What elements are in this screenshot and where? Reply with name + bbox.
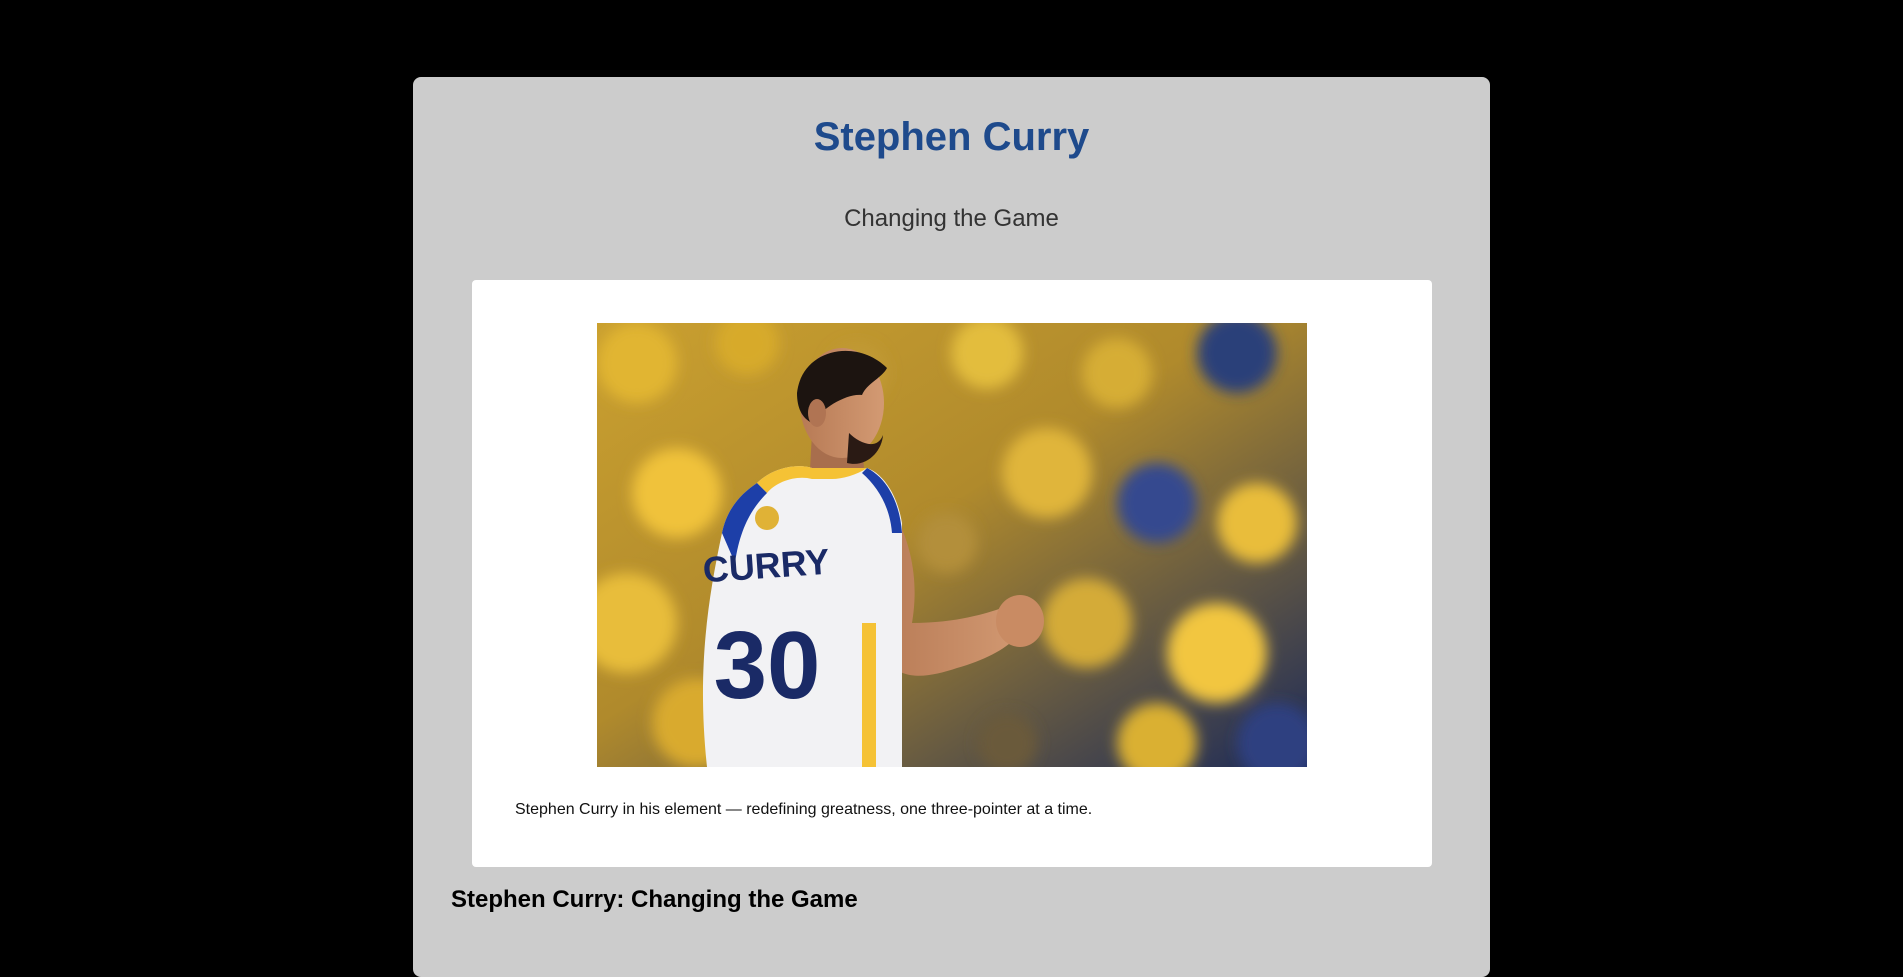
player-photo: CURRY 30: [597, 323, 1307, 767]
photo-caption: Stephen Curry in his element — redefinin…: [515, 801, 1093, 818]
photo-card: CURRY 30 Stephen Curry in his element — …: [472, 280, 1432, 867]
profile-container: Stephen Curry Changing the Game CURRY 30…: [413, 77, 1490, 977]
page-title: Stephen Curry: [813, 115, 1090, 159]
section-heading: Stephen Curry: Changing the Game: [451, 886, 858, 913]
page-subtitle: Changing the Game: [844, 205, 1059, 232]
jersey-number: 30: [714, 612, 821, 719]
